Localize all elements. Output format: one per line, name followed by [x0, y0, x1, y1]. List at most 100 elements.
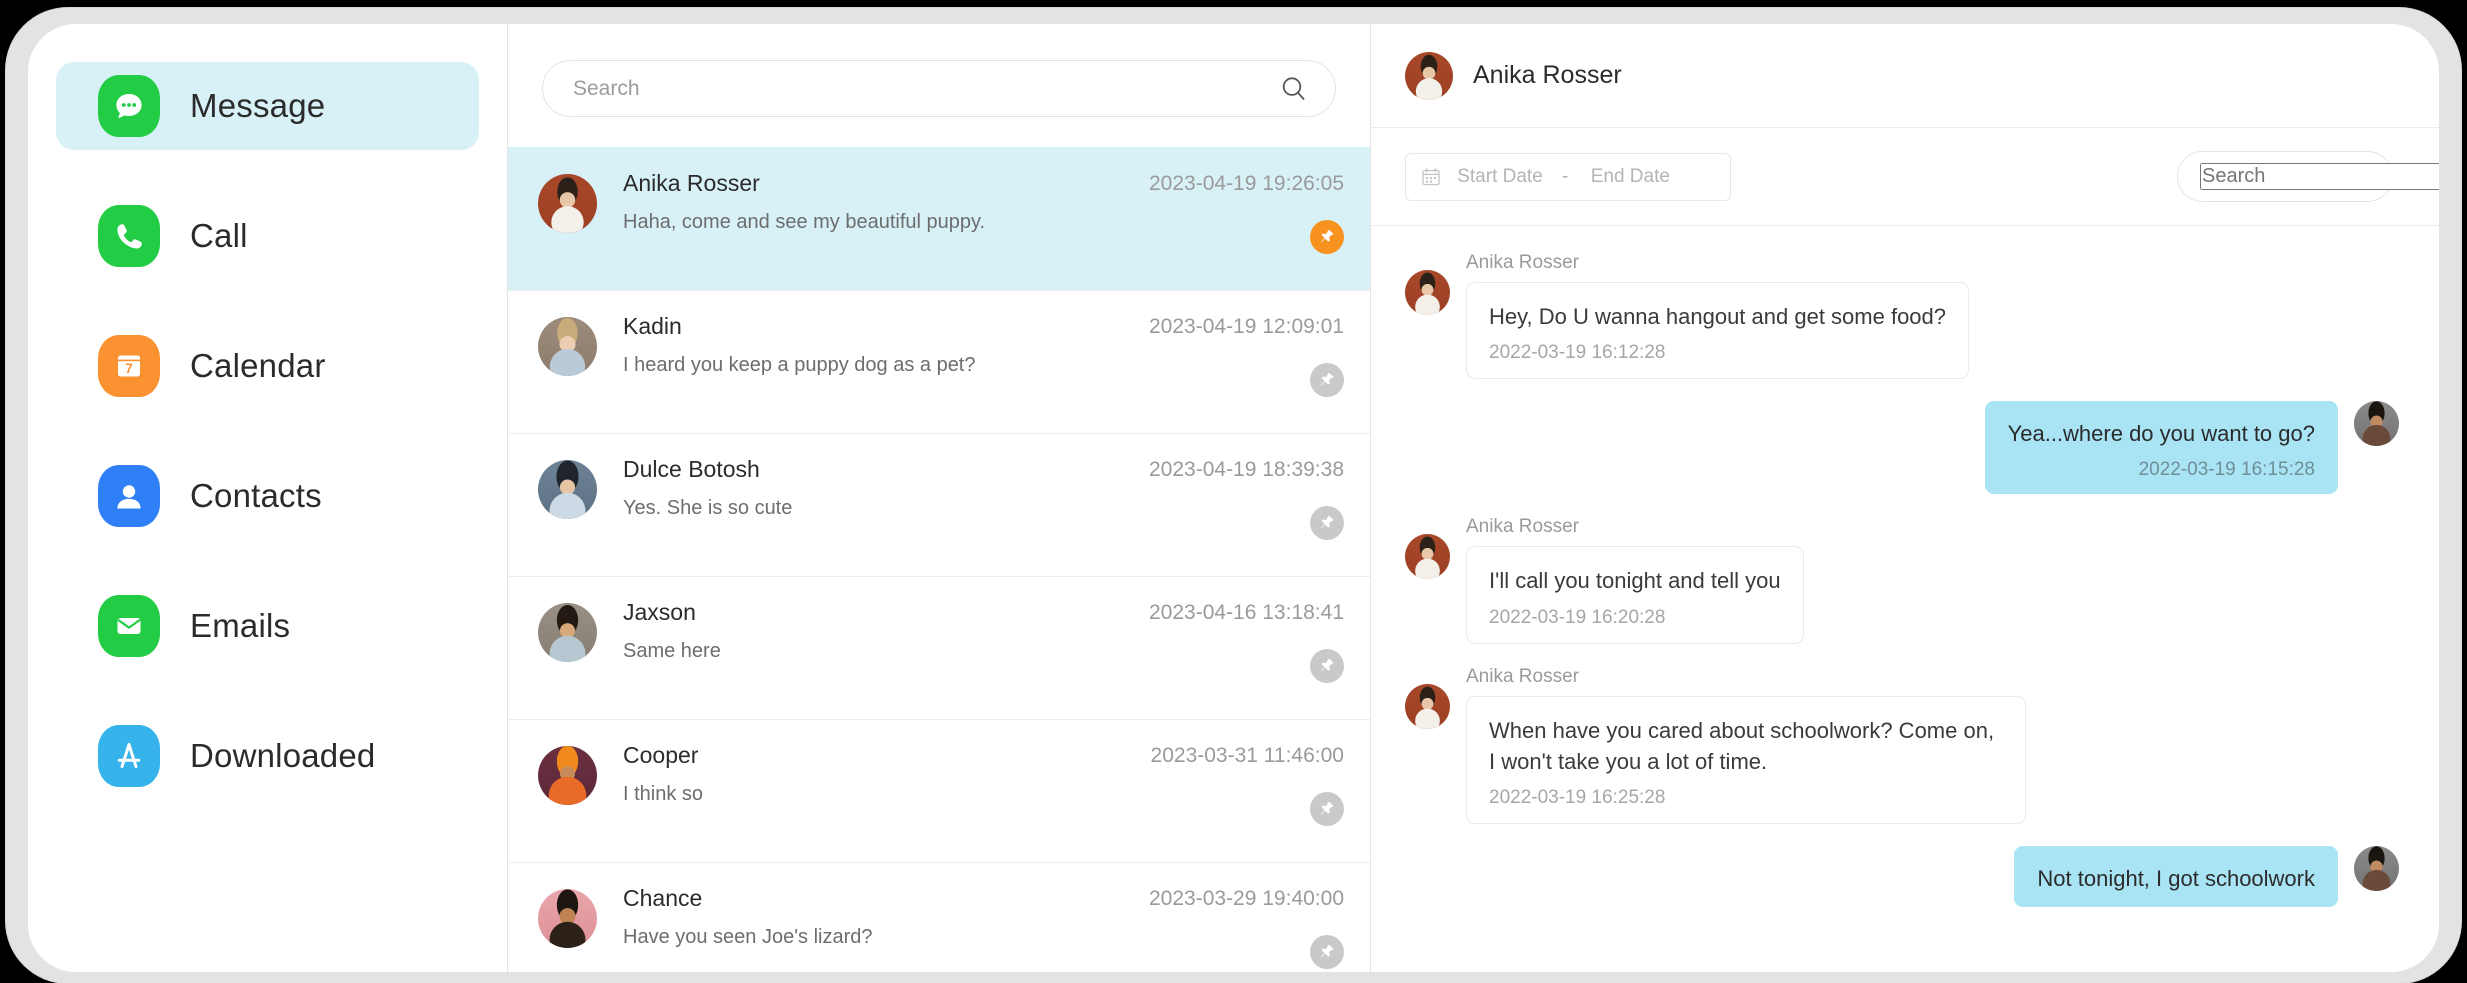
table-row[interactable]: Anika Rosser Haha, come and see my beaut… [508, 147, 1370, 290]
device-frame: Message Call 7 Calendar Contacts Emails … [6, 8, 2461, 983]
message-text: I'll call you tonight and tell you [1489, 568, 1781, 594]
sidebar-item-calendar[interactable]: 7 Calendar [56, 322, 479, 410]
conversation-time: 2023-03-29 19:40:00 [1149, 887, 1344, 910]
conversation-preview: Yes. She is so cute [623, 497, 793, 519]
message-search-box[interactable] [542, 60, 1336, 117]
svg-text:7: 7 [125, 361, 133, 376]
conversation-preview: Same here [623, 640, 721, 662]
person-icon [98, 465, 160, 527]
message-bubble[interactable]: Not tonight, I got schoolwork [2014, 846, 2338, 908]
pin-icon[interactable] [1310, 792, 1344, 826]
date-range-separator: - [1562, 165, 1569, 187]
conversation-time: 2023-04-19 18:39:38 [1149, 458, 1344, 481]
list-item: Anika Rosser I'll call you tonight and t… [1405, 516, 2399, 644]
table-row[interactable]: Jaxson Same here 2023-04-16 13:18:41 [508, 576, 1370, 719]
avatar [1405, 683, 1450, 729]
conversation-name: Chance [623, 885, 703, 911]
pin-icon[interactable] [1310, 220, 1344, 254]
message-text: Yea...where do you want to go? [2007, 421, 2315, 447]
conversation-name: Anika Rosser [623, 170, 760, 196]
sender-name: Anika Rosser [1466, 665, 1579, 687]
calendar-icon: 7 [98, 335, 160, 397]
start-date-input[interactable] [1442, 165, 1558, 188]
search-icon [1279, 74, 1309, 104]
conversation-preview: Have you seen Joe's lizard? [623, 926, 873, 948]
avatar [1405, 51, 1453, 100]
pin-icon[interactable] [1310, 506, 1344, 540]
message-time: 2022-03-19 16:15:28 [2138, 459, 2315, 481]
conversation-preview: I heard you keep a puppy dog as a pet? [623, 354, 976, 376]
sender-name: Anika Rosser [1466, 252, 1579, 273]
message-thread: Anika Rosser Hey, Do U wanna hangout and… [1371, 226, 2439, 972]
avatar [538, 889, 597, 948]
chat-panel: Anika Rosser Start Date - End Date Searc… [1371, 24, 2439, 972]
sender-name: Anika Rosser [1466, 516, 1579, 538]
sidebar-item-label: Call [190, 217, 248, 254]
sidebar-item-downloaded[interactable]: Downloaded [56, 712, 479, 800]
conversation-name: Kadin [623, 313, 682, 339]
message-bubble[interactable]: When have you cared about schoolwork? Co… [1466, 695, 2026, 825]
conversation-preview: I think so [623, 783, 704, 805]
conversation-name: Dulce Botosh [623, 456, 760, 482]
avatar [538, 746, 597, 805]
list-item: Anika Rosser Hey, Do U wanna hangout and… [1405, 252, 2399, 380]
date-range-picker[interactable]: - [1405, 152, 1731, 201]
message-list-panel: Anika Rosser Haha, come and see my beaut… [508, 24, 1370, 972]
app-screen: Message Call 7 Calendar Contacts Emails … [28, 24, 2439, 972]
pin-icon[interactable] [1310, 649, 1344, 683]
table-row[interactable]: Kadin I heard you keep a puppy dog as a … [508, 290, 1370, 433]
message-bubble[interactable]: Hey, Do U wanna hangout and get some foo… [1466, 282, 1970, 380]
conversation-time: 2023-04-19 12:09:01 [1149, 315, 1344, 338]
chat-header: Anika Rosser [1371, 24, 2439, 128]
sidebar-item-emails[interactable]: Emails [56, 582, 479, 670]
conversation-preview: Haha, come and see my beautiful puppy. [623, 211, 986, 233]
conversation-time: 2023-04-16 13:18:41 [1149, 601, 1344, 624]
list-item: Anika Rosser When have you cared about s… [1405, 665, 2399, 825]
pin-icon[interactable] [1310, 935, 1344, 969]
table-row[interactable]: Cooper I think so 2023-03-31 11:46:00 [508, 719, 1370, 862]
table-row[interactable]: Dulce Botosh Yes. She is so cute 2023-04… [508, 433, 1370, 576]
message-bubble-icon [98, 75, 160, 137]
list-item: Not tonight, I got schoolwork [1405, 846, 2399, 908]
sidebar-item-label: Emails [190, 607, 291, 644]
sidebar-item-label: Downloaded [190, 737, 376, 774]
message-text: Not tonight, I got schoolwork [2037, 866, 2315, 892]
message-time: 2022-03-19 16:20:28 [1489, 606, 1666, 628]
avatar [2354, 846, 2399, 892]
message-text: When have you cared about schoolwork? Co… [1489, 717, 1995, 774]
list-item: Yea...where do you want to go? 2022-03-1… [1405, 401, 2399, 495]
avatar [1405, 270, 1450, 315]
envelope-icon [98, 595, 160, 657]
phone-icon [98, 205, 160, 267]
chat-filter-bar: - [1371, 128, 2439, 226]
chat-search-input[interactable] [2200, 163, 2439, 190]
conversation-rows: Anika Rosser Haha, come and see my beaut… [508, 147, 1370, 972]
end-date-input[interactable] [1572, 165, 1689, 188]
conversation-name: Cooper [623, 742, 699, 768]
app-store-icon [98, 725, 160, 787]
message-bubble[interactable]: I'll call you tonight and tell you 2022-… [1466, 546, 1804, 644]
conversation-time: 2023-04-19 19:26:05 [1149, 172, 1344, 195]
pin-icon[interactable] [1310, 363, 1344, 397]
table-row[interactable]: Chance Have you seen Joe's lizard? 2023-… [508, 862, 1370, 972]
message-text: Hey, Do U wanna hangout and get some foo… [1489, 304, 1947, 329]
conversation-time: 2023-03-31 11:46:00 [1150, 744, 1344, 767]
search-input[interactable] [573, 76, 1279, 101]
conversation-name: Jaxson [623, 599, 696, 625]
avatar [538, 174, 597, 233]
sidebar-item-label: Calendar [190, 347, 326, 384]
avatar [538, 603, 597, 662]
avatar [2354, 401, 2399, 447]
sidebar-item-message[interactable]: Message [56, 62, 479, 150]
sidebar-item-label: Contacts [190, 477, 322, 514]
avatar [1405, 534, 1450, 580]
sidebar-item-contacts[interactable]: Contacts [56, 452, 479, 540]
message-time: 2022-03-19 16:25:28 [1489, 787, 1666, 809]
calendar-icon [1420, 166, 1442, 188]
message-bubble[interactable]: Yea...where do you want to go? 2022-03-1… [1984, 401, 2338, 495]
sidebar-item-call[interactable]: Call [56, 192, 479, 280]
message-time: 2022-03-19 16:12:28 [1489, 342, 1666, 364]
avatar [538, 317, 597, 376]
message-search-wrap [508, 24, 1370, 147]
chat-search-box[interactable] [2177, 151, 2439, 202]
